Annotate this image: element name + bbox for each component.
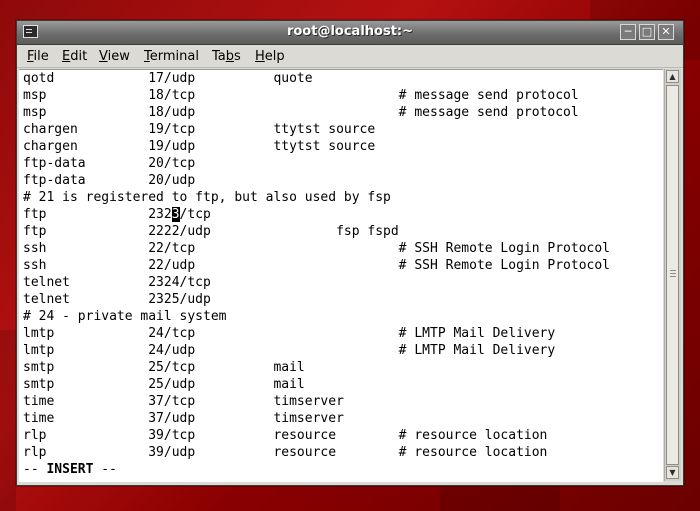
terminal-line: # 21 is registered to ftp, but also used… <box>23 190 391 205</box>
close-button[interactable]: ✕ <box>658 24 674 40</box>
arrow-down-icon: ▼ <box>669 468 676 477</box>
menu-edit-label: dit <box>70 49 88 64</box>
menu-file[interactable]: File <box>27 49 49 64</box>
status-prefix: -- <box>23 462 47 477</box>
text-cursor: 3 <box>171 207 180 222</box>
maximize-icon: □ <box>641 25 653 38</box>
scroll-up-button[interactable]: ▲ <box>666 70 679 83</box>
terminal-line: rlp 39/tcp resource # resource location <box>23 428 548 443</box>
cursor-line-after: /tcp <box>179 207 211 222</box>
terminal-area[interactable]: qotd 17/udp quote msp 18/tcp # message s… <box>19 69 663 482</box>
grip-icon <box>670 270 676 271</box>
terminal-line: # 24 - private mail system <box>23 309 227 324</box>
terminal-line: ssh 22/udp # SSH Remote Login Protocol <box>23 258 610 273</box>
scrollbar-thumb[interactable] <box>666 85 679 465</box>
vertical-scrollbar[interactable]: ▲ ▼ <box>664 69 681 481</box>
menu-edit[interactable]: Edit <box>62 49 87 64</box>
insert-mode-indicator: INSERT <box>46 462 94 477</box>
maximize-button[interactable]: □ <box>639 24 655 40</box>
title-bar[interactable]: root@localhost:~ ─ □ ✕ <box>17 21 683 45</box>
menu-tabs[interactable]: Tabs <box>212 49 241 64</box>
terminal-line: ftp-data 20/tcp <box>23 156 196 171</box>
terminal-line: smtp 25/tcp mail <box>23 360 305 375</box>
terminal-line: lmtp 24/udp # LMTP Mail Delivery <box>23 343 556 358</box>
terminal-line: ftp-data 20/udp <box>23 173 196 188</box>
terminal-line: msp 18/udp # message send protocol <box>23 105 579 120</box>
terminal-line: msp 18/tcp # message send protocol <box>23 88 579 103</box>
menu-terminal[interactable]: Terminal <box>144 49 199 64</box>
desktop-shape <box>440 485 560 511</box>
terminal-line: telnet 2325/udp <box>23 292 211 307</box>
terminal-line: time 37/udp timserver <box>23 411 344 426</box>
vim-status-line: -- INSERT -- <box>23 461 117 478</box>
terminal-line: ssh 22/tcp # SSH Remote Login Protocol <box>23 241 610 256</box>
terminal-line: time 37/tcp timserver <box>23 394 344 409</box>
terminal-line: rlp 39/udp resource # resource location <box>23 445 548 460</box>
terminal-line: telnet 2324/tcp <box>23 275 211 290</box>
terminal-window: root@localhost:~ ─ □ ✕ File Edit View Te… <box>16 20 684 486</box>
menu-tabs-label: Tabs <box>212 49 241 64</box>
terminal-line: lmtp 24/tcp # LMTP Mail Delivery <box>23 326 556 341</box>
terminal-cursor-line: ftp 2323/tcp <box>23 206 211 223</box>
minimize-button[interactable]: ─ <box>620 24 636 40</box>
terminal-line: ftp 2222/udp fsp fspd <box>23 224 399 239</box>
menu-file-label: ile <box>33 49 49 64</box>
desktop-shape <box>0 330 16 511</box>
terminal-line: smtp 25/udp mail <box>23 377 305 392</box>
menu-bar: File Edit View Terminal Tabs Help <box>17 45 683 68</box>
terminal-line: chargen 19/tcp ttytst source <box>23 122 376 137</box>
cursor-line-before: ftp 232 <box>23 207 172 222</box>
menu-view-label: iew <box>107 49 130 64</box>
status-suffix: -- <box>93 462 117 477</box>
arrow-up-icon: ▲ <box>669 72 676 81</box>
menu-view[interactable]: View <box>99 49 130 64</box>
window-title: root@localhost:~ <box>286 24 414 39</box>
terminal-line: qotd 17/udp quote <box>23 71 313 86</box>
scroll-down-button[interactable]: ▼ <box>666 466 679 479</box>
menu-help-label: elp <box>264 49 285 64</box>
close-icon: ✕ <box>661 25 671 38</box>
menu-help[interactable]: Help <box>255 49 285 64</box>
terminal-line: chargen 19/udp ttytst source <box>23 139 376 154</box>
menu-terminal-label: erminal <box>149 49 199 64</box>
minimize-icon: ─ <box>624 25 632 38</box>
